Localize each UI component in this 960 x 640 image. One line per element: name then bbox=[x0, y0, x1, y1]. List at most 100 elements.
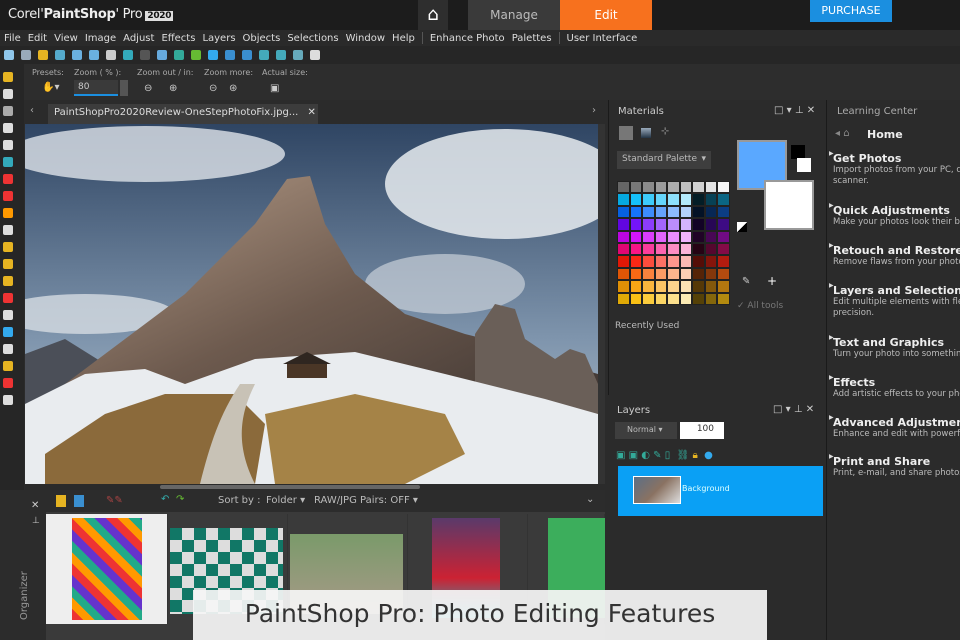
canvas-vertical-scrollbar[interactable] bbox=[598, 124, 605, 484]
menu-adjust[interactable]: Adjust bbox=[123, 33, 154, 44]
menu-view[interactable]: View bbox=[54, 33, 78, 44]
save-icon[interactable] bbox=[72, 50, 82, 60]
palette-swatch[interactable] bbox=[717, 230, 730, 243]
palette-swatch[interactable] bbox=[717, 205, 730, 219]
palette-swatch[interactable] bbox=[654, 255, 667, 268]
edit-tags-icon[interactable]: ✎✎ bbox=[106, 495, 123, 506]
tool-icon[interactable] bbox=[3, 395, 13, 405]
expand-icon[interactable]: ▶ bbox=[829, 282, 834, 289]
learning-item[interactable]: ▶Get PhotosImport photos from your PC, c… bbox=[829, 150, 960, 187]
palette-swatch[interactable] bbox=[642, 267, 655, 281]
palette-swatch[interactable] bbox=[679, 280, 692, 293]
swatches-tab[interactable] bbox=[619, 126, 633, 140]
zoom-in-icon[interactable]: ⊕ bbox=[169, 83, 177, 94]
palette-swatch[interactable] bbox=[617, 255, 630, 268]
sort-dropdown[interactable]: Folder ▾ bbox=[266, 495, 305, 506]
scan-icon[interactable] bbox=[55, 50, 65, 60]
palette-swatch[interactable] bbox=[654, 205, 667, 219]
expand-icon[interactable]: ▶ bbox=[829, 242, 834, 249]
new-icon[interactable] bbox=[4, 50, 14, 60]
palette-swatch[interactable] bbox=[617, 267, 630, 281]
palette-swatch[interactable] bbox=[667, 292, 680, 305]
learning-item[interactable]: ▶ Print and Share Print, e-mail, and share… bbox=[829, 453, 960, 479]
palette-swatch[interactable] bbox=[679, 205, 692, 219]
palette-swatch[interactable] bbox=[642, 292, 655, 305]
presets-dropdown[interactable]: ✋▾ bbox=[42, 82, 59, 93]
menu-help[interactable]: Help bbox=[392, 33, 415, 44]
palette-swatch[interactable] bbox=[667, 255, 680, 268]
screenshot-icon[interactable] bbox=[293, 50, 303, 60]
tool-icon[interactable] bbox=[3, 327, 13, 337]
palette-swatch[interactable] bbox=[617, 292, 630, 305]
learning-item[interactable]: ▶Advanced AdjustmentsEnhance and edit wi… bbox=[829, 414, 960, 440]
tool-icon[interactable] bbox=[3, 191, 13, 201]
palette-swatch[interactable] bbox=[654, 193, 667, 206]
copy-icon[interactable] bbox=[310, 50, 320, 60]
reset-colors-icon[interactable] bbox=[737, 222, 747, 232]
palette-swatch[interactable] bbox=[692, 218, 705, 231]
purchase-button[interactable]: PURCHASE bbox=[810, 0, 892, 22]
add-icon[interactable]: + bbox=[767, 274, 777, 288]
palette-swatch[interactable] bbox=[654, 292, 667, 305]
close-tab-icon[interactable]: ✕ bbox=[308, 107, 316, 118]
expand-icon[interactable]: ▶ bbox=[829, 202, 834, 209]
palette-swatch[interactable] bbox=[692, 292, 705, 305]
save-as-icon[interactable] bbox=[89, 50, 99, 60]
palette-swatch[interactable] bbox=[629, 193, 642, 206]
opacity-input[interactable]: 100 bbox=[680, 422, 724, 439]
tool-icon[interactable] bbox=[3, 174, 13, 184]
palette-swatch[interactable] bbox=[704, 218, 717, 231]
tool-icon[interactable] bbox=[3, 106, 13, 116]
palette-swatch[interactable] bbox=[704, 181, 717, 194]
thumbnail-diamonds[interactable] bbox=[72, 518, 142, 620]
palette-swatch[interactable] bbox=[704, 255, 717, 268]
palette-swatch[interactable] bbox=[617, 193, 630, 206]
palette-swatch[interactable] bbox=[629, 205, 642, 219]
pin-icon[interactable]: ⊥ bbox=[32, 516, 40, 526]
palette-swatch[interactable] bbox=[667, 205, 680, 219]
palette-swatch[interactable] bbox=[717, 255, 730, 268]
close-organizer-icon[interactable]: ✕ bbox=[31, 500, 39, 511]
learning-item[interactable]: ▶ Retouch and Restore Remove flaws from yo… bbox=[829, 242, 960, 268]
all-tools-checkbox[interactable]: ✓ All tools bbox=[737, 301, 783, 311]
menu-image[interactable]: Image bbox=[85, 33, 116, 44]
layer-name[interactable]: Background bbox=[682, 484, 730, 493]
tool-icon[interactable] bbox=[3, 361, 13, 371]
palette-swatch[interactable] bbox=[629, 230, 642, 243]
tool-icon[interactable] bbox=[3, 123, 13, 133]
tool-icon[interactable] bbox=[3, 89, 13, 99]
menu-file[interactable]: File bbox=[4, 33, 21, 44]
palette-swatch[interactable] bbox=[704, 242, 717, 256]
palette-swatch[interactable] bbox=[629, 242, 642, 256]
panel-controls-icon[interactable]: □ ▾ ⊥ ✕ bbox=[773, 404, 814, 415]
palette-swatch[interactable] bbox=[717, 193, 730, 206]
palette-swatch[interactable] bbox=[704, 205, 717, 219]
palette-swatch[interactable] bbox=[692, 181, 705, 194]
palette-swatch[interactable] bbox=[617, 181, 630, 194]
undo-icon[interactable] bbox=[123, 50, 133, 60]
palette-swatch[interactable] bbox=[717, 218, 730, 231]
palette-swatch[interactable] bbox=[629, 181, 642, 194]
palette-swatch[interactable] bbox=[704, 230, 717, 243]
info-icon[interactable] bbox=[208, 50, 218, 60]
palette-swatch[interactable] bbox=[667, 267, 680, 281]
palette-swatch[interactable] bbox=[679, 193, 692, 206]
zoom-actual-icon[interactable] bbox=[242, 50, 252, 60]
palette-swatch[interactable] bbox=[679, 230, 692, 243]
palette-swatch[interactable] bbox=[642, 255, 655, 268]
palette-swatch[interactable] bbox=[642, 193, 655, 206]
background-swatch-small[interactable] bbox=[797, 158, 811, 172]
palette-swatch[interactable] bbox=[692, 242, 705, 256]
palette-swatch[interactable] bbox=[692, 230, 705, 243]
menu-edit[interactable]: Edit bbox=[28, 33, 47, 44]
back-icon[interactable]: ◂ ⌂ bbox=[835, 128, 850, 139]
palette-swatch[interactable] bbox=[667, 193, 680, 206]
view-icon[interactable] bbox=[56, 495, 66, 507]
palette-swatch[interactable] bbox=[654, 230, 667, 243]
palette-swatch[interactable] bbox=[717, 242, 730, 256]
learning-item[interactable]: ▶ Quick Adjustments Make your photos look … bbox=[829, 202, 960, 228]
learning-item[interactable]: ▶ Text and Graphics Turn your photo into s… bbox=[829, 334, 960, 360]
panel-controls-icon[interactable]: □ ▾ ⊥ ✕ bbox=[774, 105, 815, 116]
thumbnail-icon[interactable] bbox=[74, 495, 84, 507]
tab-manage[interactable]: Manage bbox=[468, 0, 560, 30]
